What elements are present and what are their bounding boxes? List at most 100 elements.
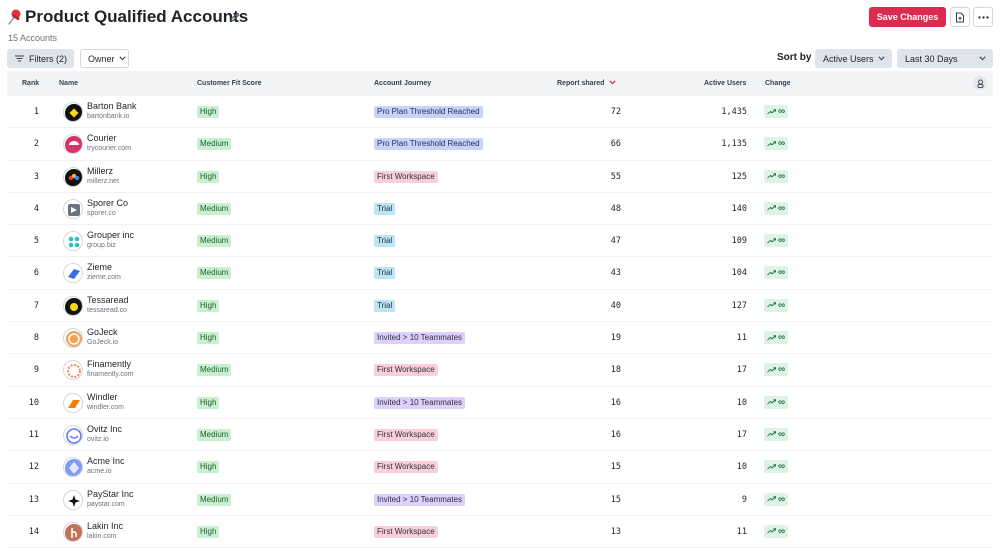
active-users-value: 17 (736, 365, 747, 376)
reports-shared-value: 13 (610, 526, 621, 537)
company-domain: acme.io (87, 468, 112, 476)
toolbar: Filters (2) Owner Sort by Active Users L… (0, 48, 1000, 70)
reports-shared-value: 48 (610, 203, 621, 214)
reports-shared-value: 16 (610, 429, 621, 440)
date-range-select[interactable]: Last 30 Days (897, 49, 993, 68)
table-row[interactable]: 13 PayStar Inc paystar.com Medium Invited > … (7, 484, 993, 516)
change-badge: ∞ (764, 201, 789, 215)
save-changes-button[interactable]: Save Changes (869, 7, 946, 27)
reports-shared-value: 18 (610, 365, 621, 376)
table-row[interactable]: 10 Windler windler.com High Invited > 10 Tea… (7, 387, 993, 419)
column-header-change[interactable]: Change (765, 80, 791, 87)
journey-tag: Invited > 10 Teammates (374, 396, 466, 409)
column-header-name[interactable]: Name (59, 80, 78, 87)
company-name[interactable]: Tessaread (87, 295, 129, 305)
table-row[interactable]: 11 Ovitz Inc ovitz.io Medium First Workspace… (7, 419, 993, 452)
change-value: ∞ (778, 332, 786, 344)
company-domain: lakin.com (87, 532, 117, 540)
change-badge: ∞ (764, 492, 789, 506)
trend-up-icon (767, 367, 776, 373)
fit-score-tag: High (197, 396, 220, 409)
journey-tag: First Workspace (374, 170, 438, 183)
change-badge: ∞ (764, 298, 789, 312)
company-name[interactable]: Windler (87, 392, 118, 402)
active-users-value: 104 (731, 268, 747, 279)
row-rank: 8 (33, 333, 39, 344)
fit-score-tag: High (197, 106, 220, 118)
reports-shared-value: 72 (610, 107, 621, 117)
trend-up-icon (767, 399, 776, 405)
company-name[interactable]: Zieme (87, 262, 112, 272)
company-logo-icon (63, 489, 83, 510)
company-name[interactable]: PayStar Inc (87, 489, 134, 499)
chevron-down-icon (878, 56, 885, 61)
table-row[interactable]: 5 Grouper inc group.biz Medium Trial 47 109 ∞ (7, 225, 993, 258)
company-name[interactable]: GoJeck (87, 327, 118, 337)
company-name[interactable]: Millerz (87, 166, 113, 176)
fit-score-tag: Medium (197, 267, 232, 280)
row-rank: 4 (33, 203, 39, 214)
company-name[interactable]: Finamently (87, 359, 131, 369)
table-row[interactable]: 8 GoJeck GoJeck.io High Invited > 10 Teammat… (7, 322, 993, 355)
change-badge: ∞ (764, 395, 789, 409)
trend-up-icon (767, 528, 776, 534)
company-name[interactable]: Ovitz Inc (87, 424, 122, 434)
fit-score-tag: Medium (197, 138, 232, 151)
column-settings-button[interactable] (973, 76, 987, 90)
table-row[interactable]: 12 Acme Inc acme.io High First Workspace 15 10… (7, 451, 993, 484)
more-horizontal-icon (977, 15, 989, 19)
table-row[interactable]: 4 Sporer Co sporer.co Medium Trial 48 140 ∞ (7, 193, 993, 226)
table-body: 1 Barton Bank bartonbank.io High Pro Plan Th… (7, 96, 993, 548)
column-header-rank[interactable]: Rank (22, 80, 39, 87)
journey-tag: First Workspace (374, 461, 438, 474)
change-badge: ∞ (764, 460, 789, 474)
trend-up-icon (767, 334, 776, 340)
export-button[interactable] (950, 7, 970, 27)
column-header-report-shared[interactable]: Report shared (557, 80, 617, 87)
reports-shared-value: 47 (610, 236, 621, 247)
column-header-account-journey[interactable]: Account Journey (374, 80, 431, 87)
column-header-fit-score[interactable]: Customer Fit Score (197, 80, 262, 87)
reports-shared-value: 43 (610, 268, 621, 279)
pencil-icon[interactable] (229, 11, 241, 23)
journey-tag: First Workspace (374, 364, 438, 377)
row-rank: 7 (33, 300, 39, 311)
trend-up-icon (767, 496, 776, 502)
company-name[interactable]: Acme Inc (87, 456, 125, 466)
row-rank: 14 (28, 526, 39, 537)
reports-shared-value: 15 (610, 462, 621, 473)
change-value: ∞ (778, 461, 786, 473)
table-row[interactable]: 7 Tessaread tessaread.co High Trial 40 127 ∞ (7, 290, 993, 323)
table-row[interactable]: 9 Finamently finamently.com Medium First Wor… (7, 354, 993, 387)
more-options-button[interactable] (973, 7, 993, 27)
column-header-active-users[interactable]: Active Users (704, 80, 746, 87)
change-value: ∞ (778, 106, 786, 117)
change-value: ∞ (778, 396, 786, 408)
company-logo-icon (63, 166, 83, 187)
company-name[interactable]: Lakin Inc (87, 521, 123, 531)
row-rank: 5 (33, 236, 39, 247)
sort-field-value: Active Users (823, 53, 874, 64)
sort-field-select[interactable]: Active Users (815, 49, 892, 68)
company-name[interactable]: Courier (87, 133, 117, 143)
change-badge: ∞ (764, 137, 789, 151)
table-row[interactable]: 3 Millerz millerz.net High First Workspace 55… (7, 161, 993, 193)
company-name[interactable]: Grouper inc (87, 230, 134, 240)
company-domain: group.biz (87, 242, 116, 250)
company-domain: finamently.com (87, 371, 134, 379)
active-users-value: 1,435 (721, 107, 747, 117)
company-name[interactable]: Barton Bank (87, 101, 137, 111)
table-row[interactable]: 14 Lakin Inc lakin.com High First Workspace 1… (7, 516, 993, 548)
company-name[interactable]: Sporer Co (87, 198, 128, 208)
column-header-report-shared-label: Report shared (557, 80, 605, 87)
active-users-value: 11 (736, 333, 747, 344)
table-row[interactable]: 6 Zieme zieme.com Medium Trial 43 104 ∞ (7, 257, 993, 290)
filters-button[interactable]: Filters (2) (7, 49, 74, 68)
company-logo-icon (63, 521, 83, 542)
owner-filter-button[interactable]: Owner (80, 49, 129, 68)
table-row[interactable]: 1 Barton Bank bartonbank.io High Pro Plan Th… (7, 96, 993, 129)
change-badge: ∞ (764, 234, 789, 248)
active-users-value: 1,135 (721, 139, 747, 150)
fit-score-tag: High (197, 299, 220, 312)
table-row[interactable]: 2 Courier trycourier.com Medium Pro Plan Thr… (7, 128, 993, 161)
